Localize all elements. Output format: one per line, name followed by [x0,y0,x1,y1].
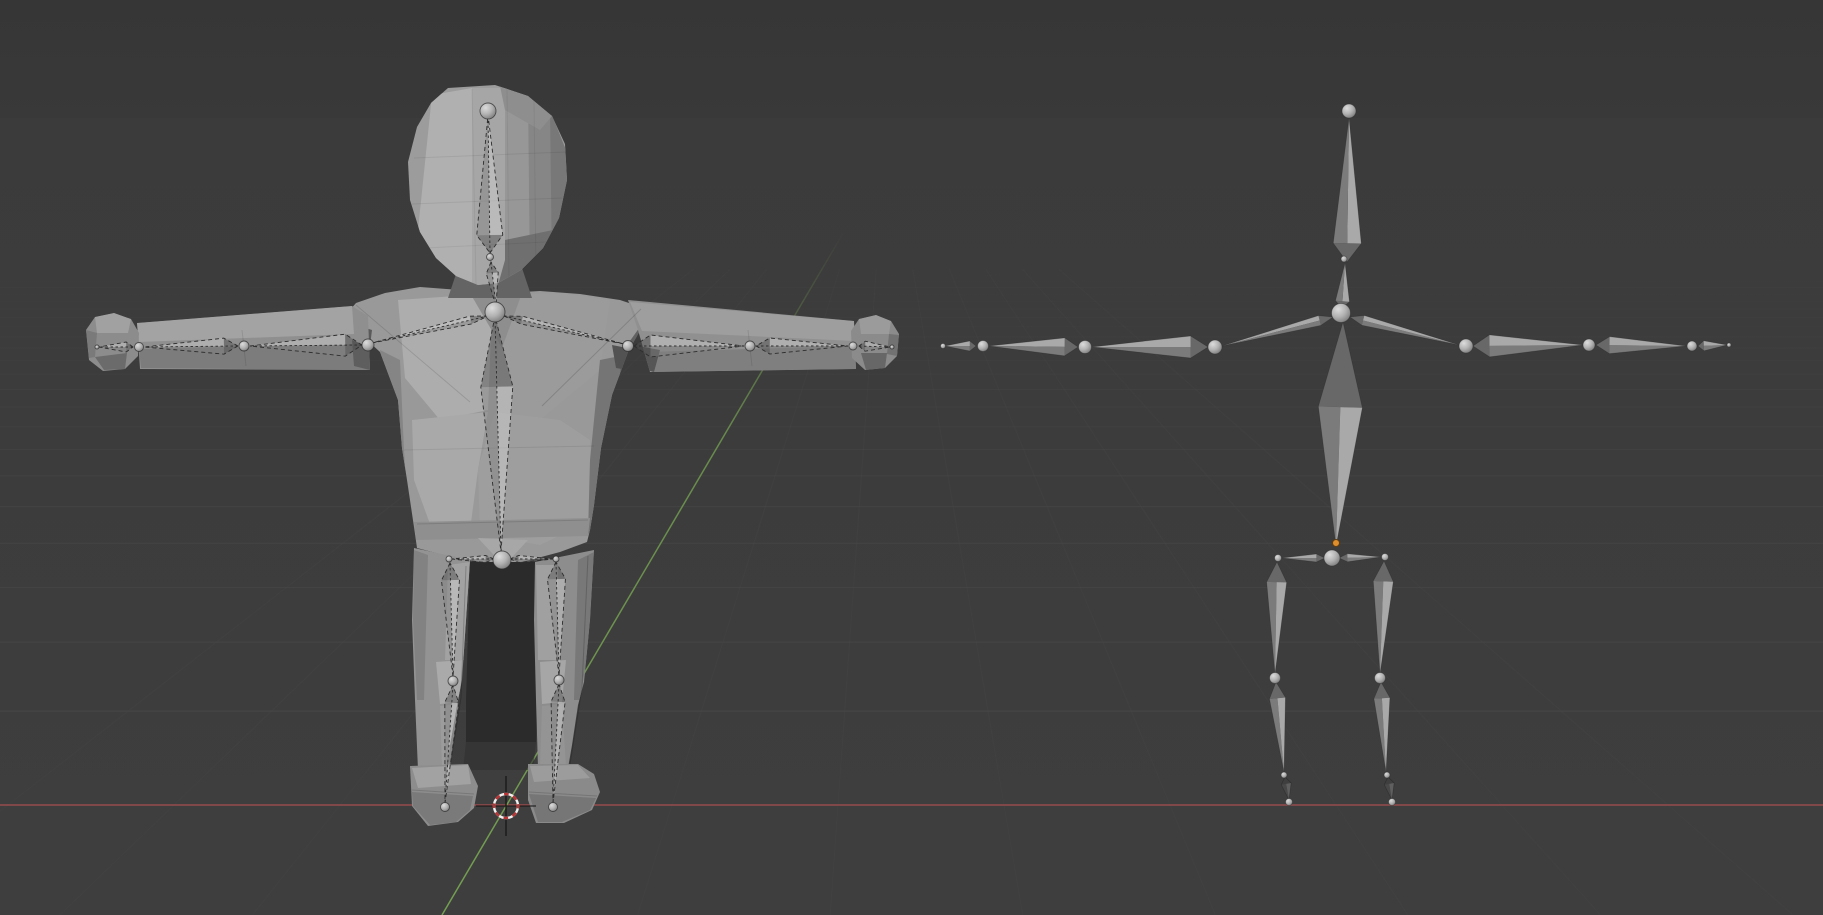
char-joint-ankle-r[interactable] [549,803,558,812]
mesh-leg-gap-lower[interactable] [463,742,536,770]
mesh-leg-gap[interactable] [466,562,538,742]
skeleton-joint-knee-l[interactable] [1270,673,1281,684]
skeleton-joint-head-top[interactable] [1342,104,1356,118]
skeleton-joint-ankle-l[interactable] [1281,772,1287,778]
skeleton-joint-elbow-l[interactable] [1079,341,1092,354]
char-joint-elbow-l[interactable] [239,341,249,351]
char-joint-chest[interactable] [485,302,505,322]
skeleton-joint-pelvis[interactable] [1324,550,1340,566]
skeleton-origin-dot [1333,540,1340,547]
char-joint-head-top[interactable] [480,103,496,119]
skeleton-joint-wrist-l[interactable] [978,341,989,352]
skeleton-joint-foot-tip-r[interactable] [1389,799,1396,806]
skeleton-joint-knee-r[interactable] [1375,673,1386,684]
skeleton-joint-hand-tip-r[interactable] [1727,343,1731,347]
viewport-background [0,0,1823,915]
char-joint-wrist-r[interactable] [849,342,857,350]
char-joint-elbow-r[interactable] [745,341,755,351]
char-joint-hand-tip-r[interactable] [890,345,894,349]
skeleton-joint-chest[interactable] [1332,304,1351,323]
skeleton-joint-hip-r[interactable] [1382,554,1389,561]
skeleton-joint-foot-tip-l[interactable] [1286,799,1293,806]
skeleton-joint-ankle-r[interactable] [1384,772,1390,778]
char-joint-hip-r[interactable] [553,556,559,562]
char-joint-chin[interactable] [487,254,494,261]
skeleton-joint-shoulder-l[interactable] [1208,340,1222,354]
skeleton-joint-neck-base[interactable] [1341,256,1347,262]
viewport-3d[interactable] [0,0,1823,915]
skeleton-joint-hand-tip-l[interactable] [941,344,946,349]
skeleton-joint-elbow-r[interactable] [1583,339,1595,351]
mesh-shoe-left-top[interactable] [412,765,471,788]
char-joint-wrist-l[interactable] [135,343,144,352]
char-joint-shoulder-r[interactable] [623,341,634,352]
char-joint-hip-l[interactable] [446,556,452,562]
skeleton-joint-shoulder-r[interactable] [1459,339,1473,353]
char-joint-pelvis[interactable] [493,551,511,569]
char-joint-ankle-l[interactable] [441,803,450,812]
char-joint-hand-tip-l[interactable] [95,345,99,349]
blender-3d-viewport[interactable] [0,0,1823,915]
skeleton-joint-hip-l[interactable] [1275,555,1282,562]
char-joint-shoulder-l[interactable] [362,339,374,351]
skeleton-joint-wrist-r[interactable] [1687,341,1697,351]
char-joint-knee-l[interactable] [448,676,458,686]
char-joint-knee-r[interactable] [554,675,564,685]
